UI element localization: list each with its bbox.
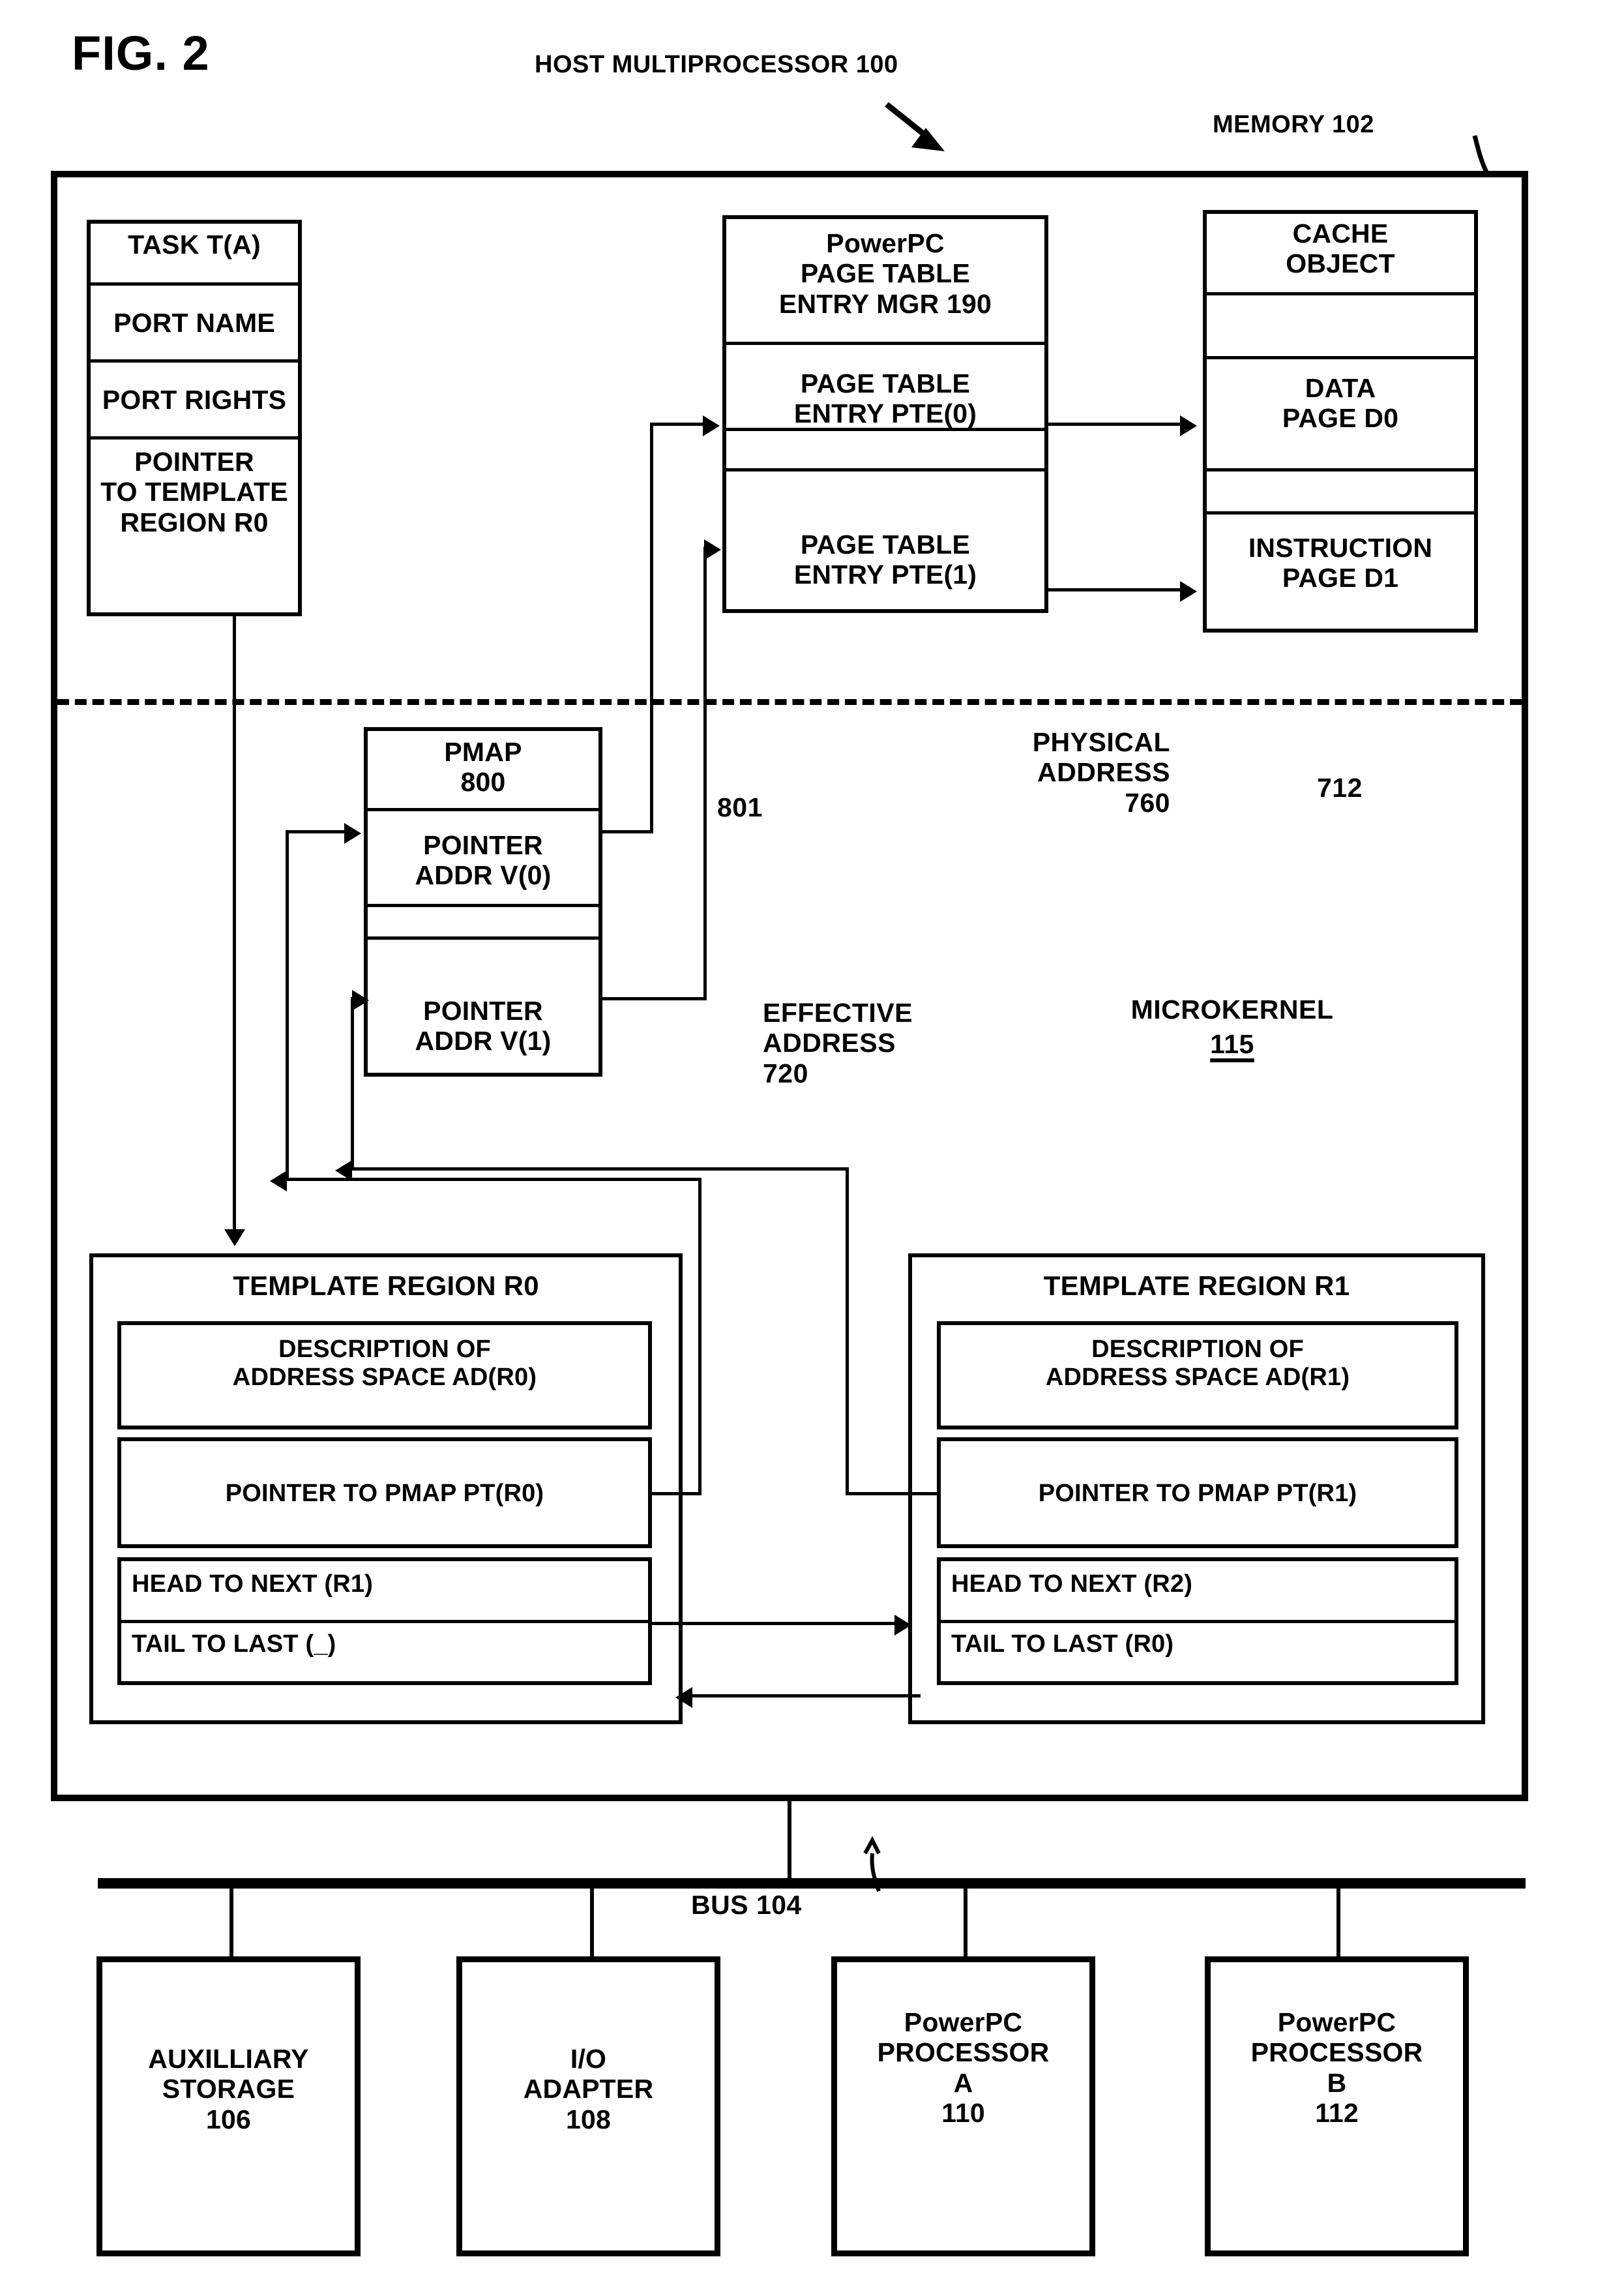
connector-r0-pointer-down-left bbox=[286, 830, 289, 1181]
r0-description-text: DESCRIPTION OF ADDRESS SPACE AD(R0) bbox=[232, 1336, 537, 1391]
template-region-r0-title: TEMPLATE REGION R0 bbox=[233, 1270, 539, 1301]
arrow-r1-pointer-turn bbox=[335, 1160, 352, 1181]
arrow-pmapv0-to-pte0 bbox=[703, 415, 720, 436]
connector-memory-to-bus bbox=[788, 1801, 791, 1882]
connector-r1-pointer-down bbox=[351, 997, 354, 1171]
connector-r0-pointer-up bbox=[698, 1178, 701, 1495]
effective-address-label: EFFECTIVE ADDRESS 720 bbox=[763, 998, 913, 1088]
microkernel-label: MICROKERNEL bbox=[1130, 994, 1334, 1024]
bus-drop-4 bbox=[1336, 1889, 1340, 1960]
cache-object-title: CACHE OBJECT bbox=[1286, 218, 1395, 279]
connector-task-to-r0 bbox=[233, 616, 236, 1229]
figure-title: FIG. 2 bbox=[72, 26, 210, 80]
bus-drop-1 bbox=[229, 1889, 233, 1960]
task-row-port-name: PORT NAME bbox=[113, 308, 275, 338]
connector-r0-pointer-into-pmap bbox=[286, 830, 347, 833]
arrow-pte1-to-instruction-page bbox=[1180, 581, 1197, 602]
user-kernel-boundary-dashed-line bbox=[57, 699, 1522, 705]
arrow-into-pmap-v0 bbox=[344, 823, 361, 844]
connector-pmapv0-up bbox=[650, 423, 653, 833]
connector-pmapv0-to-pte0 bbox=[650, 423, 706, 426]
bottom-box-auxiliary-storage-label: AUXILLIARY STORAGE 106 bbox=[148, 2044, 309, 2134]
r1-description-text: DESCRIPTION OF ADDRESS SPACE AD(R1) bbox=[1045, 1336, 1350, 1391]
task-box bbox=[87, 220, 302, 616]
patent-figure-page: FIG. 2 HOST MULTIPROCESSOR 100 MEMORY 10… bbox=[0, 0, 1624, 2287]
bottom-box-powerpc-processor-b-label: PowerPC PROCESSOR B 112 bbox=[1250, 2007, 1423, 2128]
bus-bar bbox=[98, 1878, 1526, 1889]
pte-row-1: PAGE TABLE ENTRY PTE(1) bbox=[793, 530, 977, 590]
connector-pmapv1-up bbox=[703, 546, 707, 1000]
bus-label: BUS 104 bbox=[691, 1890, 802, 1920]
connector-r1-pointer-to-pmap bbox=[351, 1167, 848, 1171]
pmap-title: PMAP 800 bbox=[444, 737, 522, 798]
bottom-box-powerpc-processor-a-label: PowerPC PROCESSOR A 110 bbox=[877, 2007, 1050, 2128]
connector-pmapv0-right bbox=[602, 830, 653, 833]
r0-pointer-text: POINTER TO PMAP PT(R0) bbox=[225, 1480, 544, 1507]
microkernel-number: 115 bbox=[1210, 1029, 1254, 1059]
bottom-box-io-adapter-label: I/O ADAPTER 108 bbox=[523, 2044, 654, 2134]
arrow-task-to-r0 bbox=[224, 1229, 245, 1246]
pmap-row-v0: POINTER ADDR V(0) bbox=[415, 830, 552, 891]
r0-tail-text: TAIL TO LAST (_) bbox=[132, 1630, 336, 1658]
r1-tail-text: TAIL TO LAST (R0) bbox=[951, 1630, 1174, 1658]
ref-712-label: 712 bbox=[1317, 773, 1363, 803]
connector-r1-tail-to-r0 bbox=[691, 1694, 921, 1697]
arrow-pte0-to-data-page bbox=[1180, 415, 1197, 436]
cache-row-data-page: DATA PAGE D0 bbox=[1282, 373, 1399, 434]
template-region-r1-title: TEMPLATE REGION R1 bbox=[1043, 1270, 1350, 1301]
r1-pointer-text: POINTER TO PMAP PT(R1) bbox=[1038, 1480, 1357, 1507]
connector-r0-head-to-r1 bbox=[652, 1622, 900, 1625]
connector-pte1-to-instruction-page bbox=[1048, 588, 1182, 591]
ref-801-label: 801 bbox=[717, 792, 763, 822]
pmap-row-v1: POINTER ADDR V(1) bbox=[415, 996, 552, 1056]
connector-r1-pointer-left bbox=[846, 1492, 937, 1495]
arrow-r0-pointer-to-pmap-path bbox=[270, 1171, 287, 1191]
connector-r0-pointer-right bbox=[652, 1492, 701, 1495]
arrow-pmapv1-to-pte1 bbox=[704, 539, 721, 560]
cache-row-instruction-page: INSTRUCTION PAGE D1 bbox=[1248, 533, 1433, 593]
task-box-title: TASK T(A) bbox=[128, 230, 261, 260]
task-row-pointer-to-template-region: POINTER TO TEMPLATE REGION R0 bbox=[100, 447, 288, 537]
connector-r1-pointer-up bbox=[846, 1167, 849, 1495]
arrow-r1-tail-to-r0 bbox=[675, 1687, 692, 1708]
r0-head-text: HEAD TO NEXT (R1) bbox=[132, 1570, 374, 1598]
arrow-into-pmap-v1 bbox=[352, 990, 369, 1011]
pte-manager-title: PowerPC PAGE TABLE ENTRY MGR 190 bbox=[778, 228, 992, 319]
memory-label: MEMORY 102 bbox=[1213, 111, 1374, 138]
task-row-port-rights: PORT RIGHTS bbox=[102, 385, 287, 415]
r1-head-text: HEAD TO NEXT (R2) bbox=[951, 1570, 1193, 1598]
bus-drop-3 bbox=[964, 1889, 967, 1960]
pte-row-0: PAGE TABLE ENTRY PTE(0) bbox=[793, 368, 977, 429]
physical-address-label: PHYSICAL ADDRESS 760 bbox=[1032, 727, 1170, 818]
bus-drop-2 bbox=[590, 1889, 594, 1960]
connector-pte0-to-data-page bbox=[1048, 423, 1182, 426]
connector-pmapv1-right bbox=[602, 997, 707, 1000]
host-multiprocessor-label: HOST MULTIPROCESSOR 100 bbox=[535, 51, 898, 78]
arrow-r0-head-to-r1 bbox=[894, 1615, 911, 1636]
